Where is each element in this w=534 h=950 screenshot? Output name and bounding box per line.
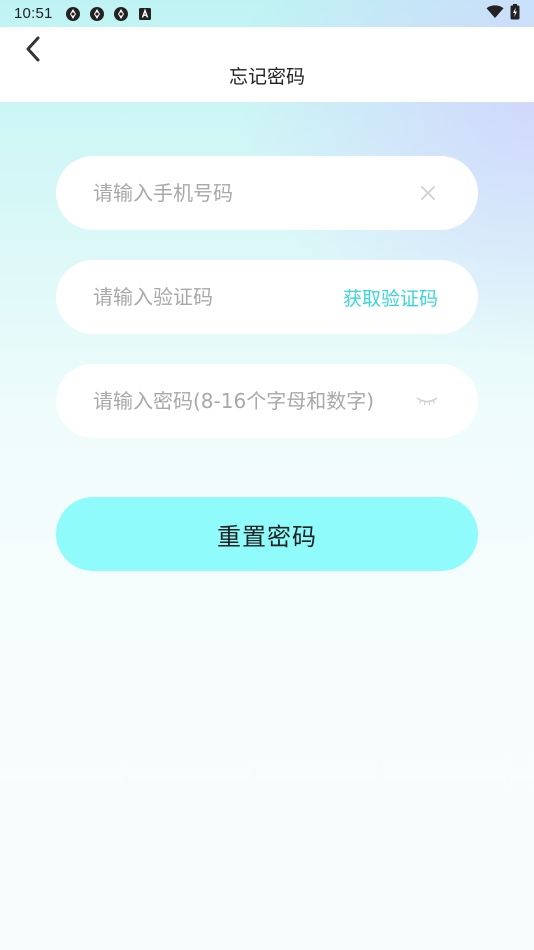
back-button[interactable] (18, 36, 48, 66)
status-bar: 10:51 (0, 0, 534, 27)
password-input[interactable] (93, 389, 416, 413)
phone-input[interactable] (93, 181, 419, 205)
phone-field-container (56, 156, 478, 230)
status-time: 10:51 (14, 5, 53, 22)
status-notification-icons (65, 6, 153, 22)
get-code-button[interactable]: 获取验证码 (343, 284, 438, 311)
password-field-container (56, 364, 478, 438)
a-badge-icon (137, 6, 153, 22)
wifi-icon (486, 4, 504, 23)
chevron-left-icon (25, 36, 41, 66)
verification-code-input[interactable] (93, 285, 343, 309)
aperture-icon (113, 6, 129, 22)
aperture-icon (89, 6, 105, 22)
close-icon[interactable] (419, 184, 437, 202)
page-title: 忘记密码 (228, 66, 305, 88)
reset-password-button[interactable]: 重置密码 (56, 497, 478, 571)
battery-charging-icon (510, 3, 520, 24)
eye-closed-icon[interactable] (416, 394, 438, 408)
aperture-icon (65, 6, 81, 22)
status-system-icons (486, 3, 520, 24)
code-field-container: 获取验证码 (56, 260, 478, 334)
